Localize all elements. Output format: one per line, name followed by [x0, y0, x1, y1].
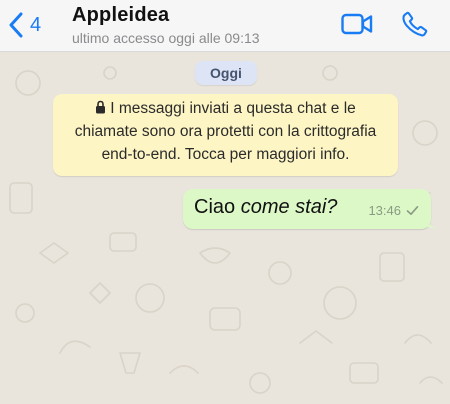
video-call-button[interactable]	[340, 9, 374, 39]
lock-icon	[96, 100, 106, 114]
message-meta: 13:46	[368, 203, 419, 218]
phone-icon	[402, 11, 428, 37]
encryption-notice-line: I messaggi inviati a questa chat e le	[61, 97, 390, 120]
outgoing-message[interactable]: Ciao come stai? 13:46	[183, 189, 438, 229]
contact-name: Appleidea	[72, 4, 170, 26]
message-text-plain: Ciao	[194, 196, 241, 218]
encryption-notice-text-3: end-to-end. Tocca per maggiori info.	[101, 146, 350, 163]
check-icon	[406, 206, 419, 215]
encryption-notice-text-2: chiamate sono ora protetti con la critto…	[74, 123, 377, 140]
unread-count: 4	[30, 13, 42, 36]
back-button[interactable]: 4	[8, 10, 41, 40]
message-time: 13:46	[368, 203, 401, 218]
chat-area[interactable]: Oggi I messaggi inviati a questa chat e …	[0, 53, 450, 404]
contact-info[interactable]: Appleidea ultimo accesso oggi alle 09:13	[72, 4, 260, 46]
voice-call-button[interactable]	[398, 9, 432, 39]
message-text-italic: come stai?	[240, 196, 338, 218]
bubble-tail	[425, 215, 438, 229]
contact-status: ultimo accesso oggi alle 09:13	[72, 30, 260, 46]
video-camera-icon	[341, 13, 373, 35]
chat-header: 4 Appleidea ultimo accesso oggi alle 09:…	[0, 0, 450, 52]
chevron-left-icon	[9, 12, 23, 38]
date-separator: Oggi	[195, 61, 257, 85]
message-text: Ciao come stai?	[194, 196, 337, 219]
encryption-notice-text-1: I messaggi inviati a questa chat e le	[110, 100, 356, 117]
encryption-notice[interactable]: I messaggi inviati a questa chat e le ch…	[53, 94, 398, 176]
